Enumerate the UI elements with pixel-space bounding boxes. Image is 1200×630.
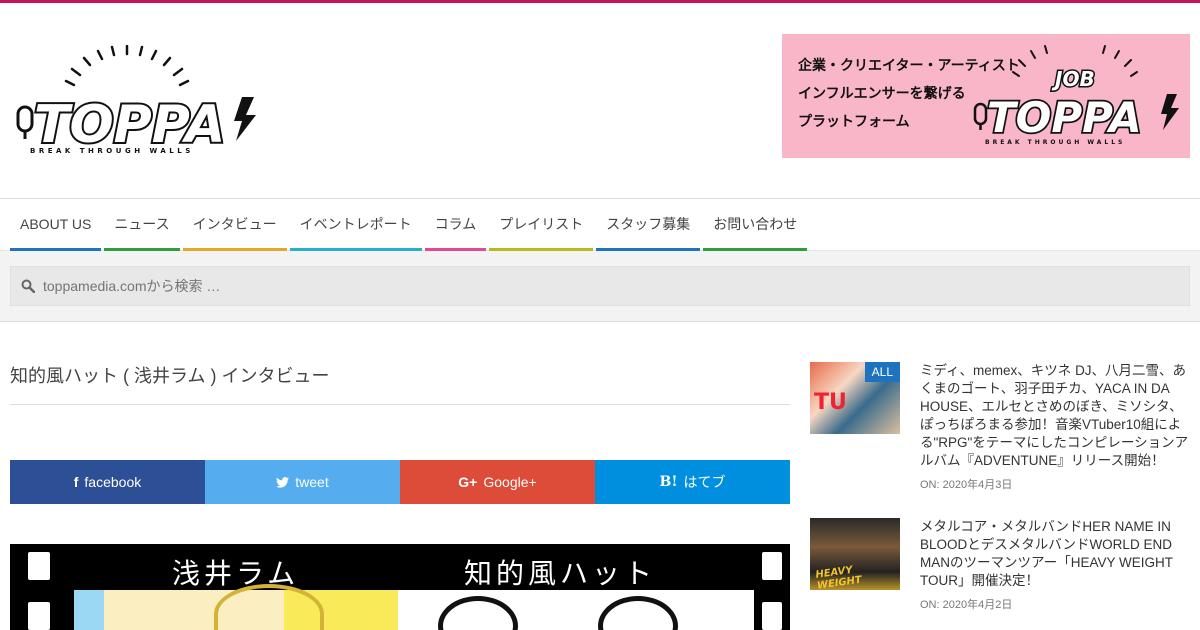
category-badge[interactable]: ALL <box>864 362 900 382</box>
nav-contact[interactable]: お問い合わせ <box>703 199 808 251</box>
nav-event-report[interactable]: イベントレポート <box>289 199 422 251</box>
hero-illustration-right <box>398 590 754 630</box>
article-title: 知的風ハット ( 浅井ラム ) インタビュー <box>10 362 790 405</box>
sidebar-post[interactable]: HEAVY WEIGHT メタルコア・メタルバンドHER NAME IN BLO… <box>810 518 1190 612</box>
post-date: ON: 2020年4月3日 <box>920 476 1190 492</box>
nav-label: プレイリスト <box>499 215 584 232</box>
search-area <box>0 250 1200 322</box>
film-strip-left <box>10 544 74 630</box>
search-box[interactable] <box>10 266 1190 306</box>
film-strip-right <box>754 544 790 630</box>
nav-label: お問い合わせ <box>713 215 798 232</box>
article: 知的風ハット ( 浅井ラム ) インタビュー f facebook tweet … <box>10 362 790 630</box>
nav-label: インタビュー <box>192 215 277 232</box>
job-toppa-banner[interactable]: 企業・クリエイター・アーティスト インフルエンサーを繋げる プラットフォーム J… <box>782 34 1190 158</box>
share-googleplus-button[interactable]: G+ Google+ <box>400 460 595 504</box>
nav-label: ABOUT US <box>20 215 92 232</box>
nav-label: イベントレポート <box>299 215 412 232</box>
nav-playlist[interactable]: プレイリスト <box>489 199 594 251</box>
banner-logo-wordmark: TOPPA <box>987 93 1142 142</box>
logo-wordmark: TOPPA <box>34 95 225 155</box>
post-date: ON: 2020年4月2日 <box>920 596 1190 612</box>
sidebar-post[interactable]: TU ALL ミディ、memex、キツネ DJ、八月二雪、あくまのゴート、羽子田… <box>810 362 1190 492</box>
article-hero-image: 浅井ラム 知的風ハット <box>10 544 790 630</box>
share-label: はてブ <box>683 474 726 490</box>
share-twitter-button[interactable]: tweet <box>205 460 400 504</box>
logo-tagline: BREAK THROUGH WALLS <box>30 147 194 155</box>
sidebar: TU ALL ミディ、memex、キツネ DJ、八月二雪、あくまのゴート、羽子田… <box>810 362 1190 630</box>
search-input[interactable] <box>43 278 643 294</box>
main-nav: ABOUT US ニュース インタビュー イベントレポート コラム プレイリスト… <box>0 198 1200 251</box>
toppa-logo[interactable]: TOPPA BREAK THROUGH WALLS <box>14 45 264 157</box>
nav-about-us[interactable]: ABOUT US <box>10 199 102 251</box>
date-prefix: ON: <box>920 479 940 491</box>
banner-logo-prefix: JOB <box>1051 67 1095 91</box>
post-title[interactable]: ミディ、memex、キツネ DJ、八月二雪、あくまのゴート、羽子田チカ、YACA… <box>920 362 1190 470</box>
googleplus-icon: G+ <box>458 474 478 490</box>
nav-label: ニュース <box>114 215 170 232</box>
job-toppa-logo: JOB TOPPA BREAK THROUGH WALLS <box>973 45 1179 146</box>
post-title[interactable]: メタルコア・メタルバンドHER NAME IN BLOODとデスメタルバンドWO… <box>920 518 1190 590</box>
share-buttons: f facebook tweet G+ Google+ B! はてブ <box>10 460 790 504</box>
hatena-icon: B! <box>659 474 678 490</box>
date-value: 2020年4月2日 <box>942 599 1013 611</box>
nav-news[interactable]: ニュース <box>104 199 180 251</box>
share-facebook-button[interactable]: f facebook <box>10 460 205 504</box>
nav-label: スタッフ募集 <box>606 215 691 232</box>
share-label: tweet <box>295 474 329 490</box>
hero-text-right: 知的風ハット <box>464 557 657 590</box>
nav-label: コラム <box>434 215 477 232</box>
date-value: 2020年4月3日 <box>942 479 1013 491</box>
site-header: TOPPA BREAK THROUGH WALLS 企業・クリエイター・アーティ… <box>0 3 1200 198</box>
twitter-icon <box>276 476 290 488</box>
date-prefix: ON: <box>920 599 940 611</box>
post-thumbnail[interactable]: HEAVY WEIGHT <box>810 518 900 590</box>
nav-staff-recruit[interactable]: スタッフ募集 <box>596 199 701 251</box>
nav-interview[interactable]: インタビュー <box>182 199 287 251</box>
banner-logo-tagline: BREAK THROUGH WALLS <box>985 139 1125 146</box>
share-label: facebook <box>84 474 142 490</box>
search-icon[interactable] <box>21 279 35 293</box>
nav-column[interactable]: コラム <box>424 199 487 251</box>
share-label: Google+ <box>483 474 537 490</box>
facebook-icon: f <box>73 474 79 490</box>
post-thumbnail[interactable]: TU ALL <box>810 362 900 434</box>
hero-illustration-left <box>74 584 398 630</box>
share-hatena-button[interactable]: B! はてブ <box>595 460 790 504</box>
